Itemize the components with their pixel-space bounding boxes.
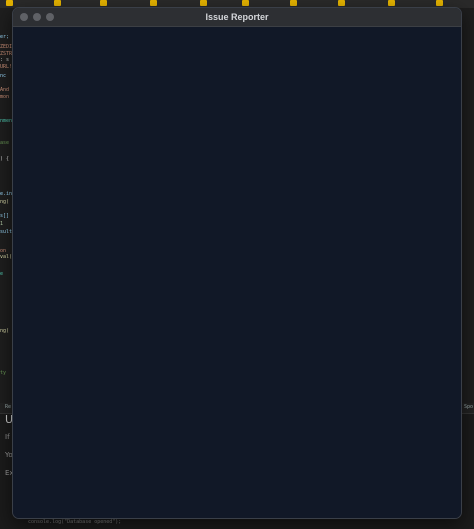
file-tab-icon[interactable] [200, 0, 207, 6]
code-fragment: ) { [0, 156, 10, 162]
panel-tab[interactable]: Spo [464, 404, 473, 410]
code-fragment: nc [0, 73, 7, 79]
code-fragment: URL! [0, 64, 13, 70]
code-fragment: s[] [0, 213, 10, 219]
window-content-area [13, 27, 461, 518]
issue-reporter-window: Issue Reporter [12, 7, 462, 519]
code-fragment: : s [0, 57, 10, 63]
file-tab-icon[interactable] [242, 0, 249, 6]
code-fragment: sult [0, 229, 13, 235]
file-tab-icon[interactable] [436, 0, 443, 6]
code-fragment: ty [0, 370, 7, 376]
code-fragment: ase [0, 140, 10, 146]
code-fragment: e.in [0, 191, 13, 197]
file-tab-icon[interactable] [388, 0, 395, 6]
code-fragment: er; [0, 34, 10, 40]
file-tab-icon[interactable] [290, 0, 297, 6]
window-titlebar[interactable]: Issue Reporter [13, 8, 461, 27]
code-fragment: ng( [0, 199, 10, 205]
file-tab-icon[interactable] [150, 0, 157, 6]
file-tab-icon[interactable] [338, 0, 345, 6]
window-title: Issue Reporter [205, 12, 269, 22]
file-tab-icon[interactable] [6, 0, 13, 6]
code-fragment: e [0, 271, 4, 277]
code-fragment: ng( [0, 328, 10, 334]
code-fragment: 1 [0, 221, 4, 227]
code-fragment: mon [0, 94, 10, 100]
code-fragment: And [0, 87, 10, 93]
panel-tab[interactable]: Re [5, 404, 11, 410]
file-tab-icon[interactable] [100, 0, 107, 6]
code-fragment: val( [0, 254, 13, 260]
file-tab-icon[interactable] [54, 0, 61, 6]
terminal-output-line: console.log("Database opened"); [28, 519, 122, 525]
code-editor-right-edge [461, 8, 474, 403]
